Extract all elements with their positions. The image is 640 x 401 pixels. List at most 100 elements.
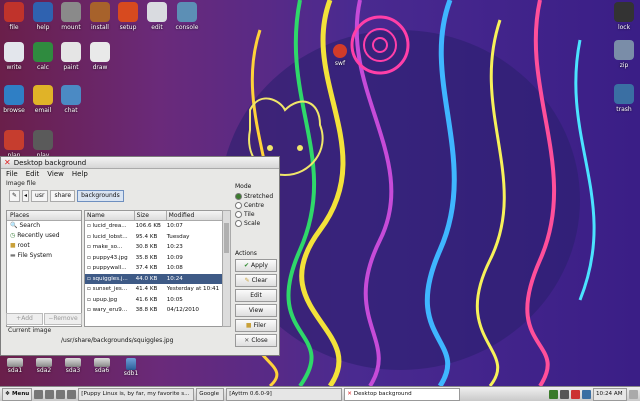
column-modified[interactable]: Modified (166, 211, 223, 221)
file-row[interactable]: ▫ wary_eru9... 38.8 KB 04/12/2010 (85, 305, 223, 316)
mode-centre[interactable]: Centre (235, 201, 273, 210)
desktop-icon-zip[interactable]: zip (607, 40, 640, 69)
hard-drive-icon (65, 358, 81, 367)
file-modified: 04/12/2010 (166, 307, 199, 313)
place-root[interactable]: ■ root (7, 241, 81, 251)
breadcrumb-usr[interactable]: usr (31, 190, 49, 202)
desktop-icon-console[interactable]: console (170, 2, 204, 31)
desktop-icon-trash[interactable]: trash (607, 84, 640, 113)
menu-help[interactable]: Help (72, 170, 88, 178)
desktop-icon-lock[interactable]: lock (607, 2, 640, 31)
task-puppy-browser[interactable]: [Puppy Linux is, by far, my favorite s..… (78, 387, 195, 401)
quicklaunch-console-icon[interactable] (45, 389, 55, 399)
mode-stretched[interactable]: Stretched (235, 192, 273, 201)
window-titlebar[interactable]: ✕ Desktop background (1, 157, 279, 169)
file-modified: 10:05 (166, 296, 183, 303)
file-size: 44.0 KB (135, 275, 158, 282)
apply-button[interactable]: ✔ Apply (235, 259, 277, 272)
menu-button[interactable]: ❖ Menu (2, 387, 33, 401)
file-name: puppy43.jpg (92, 254, 128, 261)
file-row[interactable]: ▫ puppywall... 37.4 KB 10:08 (85, 263, 223, 274)
quicklaunch-desktop-icon[interactable] (34, 389, 44, 399)
file-size: 106.6 KB (135, 223, 161, 229)
file-name: lucid_lobst... (92, 233, 128, 240)
view-button[interactable]: View (235, 304, 277, 317)
show-desktop-icon[interactable] (629, 389, 638, 399)
desktop-icon-swf[interactable]: swf (323, 44, 357, 67)
edit-button[interactable]: Edit (235, 289, 277, 302)
menu-edit[interactable]: Edit (26, 170, 40, 178)
breadcrumb-share[interactable]: share (50, 190, 76, 202)
add-place-button[interactable]: +Add (6, 313, 43, 325)
file-row[interactable]: ▫ squiggles.j... 44.0 KB 10:24 (85, 273, 223, 284)
place-search[interactable]: 🔍 Search (7, 221, 81, 231)
path-breadcrumb: ✎ ◂ usr share backgrounds (9, 190, 124, 202)
menu-file[interactable]: File (6, 170, 18, 178)
quicklaunch-files-icon[interactable] (67, 389, 77, 399)
setup-icon (118, 2, 138, 22)
clear-icon: ✎ (244, 277, 250, 284)
email-icon (33, 85, 53, 105)
column-name[interactable]: Name (85, 211, 135, 221)
task-desktop-background[interactable]: ✕ Desktop background (344, 387, 461, 401)
file-size: 38.8 KB (135, 307, 158, 313)
search-icon: 🔍 (10, 222, 18, 229)
toggle-location-button[interactable]: ✎ (9, 190, 21, 202)
file-row[interactable]: ▫ upup.jpg 41.6 KB 10:05 (85, 295, 223, 306)
filer-button[interactable]: ■ Filer (235, 319, 277, 332)
usb-drive-icon (126, 358, 136, 370)
menu-view[interactable]: View (47, 170, 64, 178)
place-file-system[interactable]: ▬ File System (7, 251, 81, 261)
file-row[interactable]: ▫ lucid_lobst... 95.4 KB Tuesday (85, 232, 223, 243)
file-list-scrollbar[interactable] (222, 210, 231, 327)
desktop-icon-play[interactable]: play (26, 130, 60, 159)
back-arrow-icon[interactable]: ◂ (22, 190, 30, 202)
file-name: sunset_jes... (92, 286, 128, 292)
drive-sdb1[interactable]: sdb1 (119, 358, 143, 377)
drive-sda6[interactable]: sda6 (90, 358, 114, 374)
drive-sda2[interactable]: sda2 (32, 358, 56, 374)
mode-scale[interactable]: Scale (235, 219, 273, 228)
file-row[interactable]: ▫ sunset_jes... 41.4 KB Yesterday at 10:41 (85, 284, 223, 295)
file-row[interactable]: ▫ make_so... 30.8 KB 10:23 (85, 242, 223, 253)
desktop-icon-chat[interactable]: chat (54, 85, 88, 114)
column-size[interactable]: Size (134, 211, 167, 221)
desktop-icon-edit[interactable]: edit (140, 2, 174, 31)
desktop-icon-label: console (175, 24, 199, 31)
file-row[interactable]: ▫ puppy43.jpg 35.8 KB 10:09 (85, 253, 223, 264)
network-tray-icon[interactable] (549, 389, 558, 399)
task-google[interactable]: Google (196, 387, 225, 401)
monitor-tray-icon[interactable] (582, 389, 591, 399)
app-x-icon: ✕ (347, 390, 352, 397)
breadcrumb-backgrounds[interactable]: backgrounds (77, 190, 124, 202)
volume-tray-icon[interactable] (560, 389, 569, 399)
close-button[interactable]: ✕ Close (235, 334, 277, 347)
quicklaunch-browser-icon[interactable] (56, 389, 66, 399)
file-row[interactable]: ▫ lucid_drea... 106.6 KB 10:07 (85, 221, 223, 232)
place-recently-used[interactable]: ◷ Recently used (7, 231, 81, 241)
clock[interactable]: 10:24 AM (593, 387, 627, 401)
remove-place-button[interactable]: −Remove (44, 313, 82, 325)
file-modified: 10:23 (166, 244, 183, 250)
mode-label: Stretched (244, 193, 274, 200)
button-label: Filer (253, 322, 267, 329)
folder-icon: ■ (245, 322, 252, 329)
desktop-icon-draw[interactable]: draw (83, 42, 117, 71)
scrollbar-thumb[interactable] (224, 223, 229, 253)
drive-sda1[interactable]: sda1 (3, 358, 27, 374)
swf-icon (333, 44, 347, 58)
hard-drive-icon (94, 358, 110, 367)
desktop-icon-label: trash (616, 106, 632, 113)
desktop-icon-label: chat (64, 107, 78, 114)
clear-button[interactable]: ✎ Clear (235, 274, 277, 287)
mode-tile[interactable]: Tile (235, 210, 273, 219)
memory-tray-icon[interactable] (571, 389, 580, 399)
file-list: Name Size Modified ▫ lucid_drea... 106.6 … (84, 210, 224, 327)
console-icon (177, 2, 197, 22)
file-size: 95.4 KB (135, 233, 158, 240)
drive-sda3[interactable]: sda3 (61, 358, 85, 374)
file-modified: 10:24 (166, 275, 183, 282)
task-ayttm[interactable]: [Ayttm 0.6.0-9] (226, 387, 343, 401)
desktop-icon-label: draw (92, 64, 108, 71)
radio-icon (235, 202, 242, 209)
